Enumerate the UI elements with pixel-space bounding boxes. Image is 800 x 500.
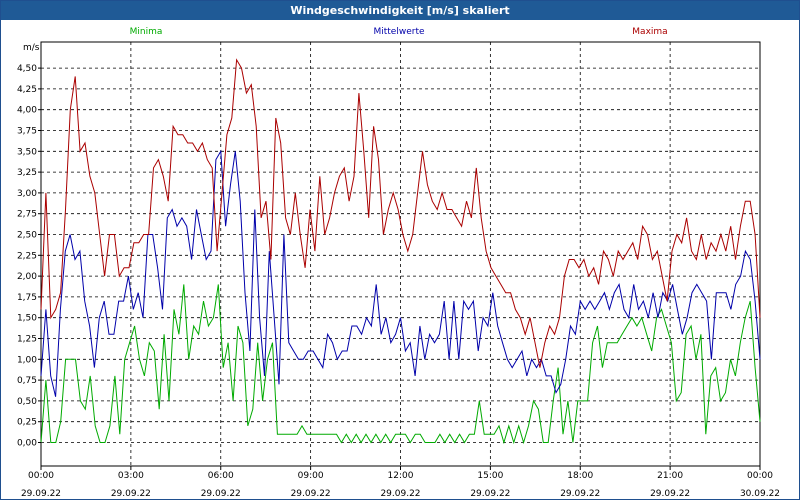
x-tick-date: 29.09.22 bbox=[560, 489, 600, 499]
x-tick-time: 15:00 bbox=[477, 471, 503, 481]
x-tick-date: 29.09.22 bbox=[650, 489, 690, 499]
y-tick-label: 3,75 bbox=[17, 127, 37, 137]
x-tick-date: 29.09.22 bbox=[21, 489, 61, 499]
x-tick-time: 00:00 bbox=[747, 471, 773, 481]
y-tick-label: 1,25 bbox=[17, 335, 37, 345]
y-tick-label: 1,50 bbox=[17, 314, 37, 324]
x-tick-date: 29.09.22 bbox=[111, 489, 151, 499]
y-tick-label: 3,50 bbox=[17, 147, 37, 157]
x-tick-time: 12:00 bbox=[388, 471, 414, 481]
x-tick-time: 06:00 bbox=[208, 471, 234, 481]
legend-item-minima: Minima bbox=[130, 27, 163, 37]
x-tick-date: 30.09.22 bbox=[740, 489, 780, 499]
y-tick-label: 1,00 bbox=[17, 355, 37, 365]
y-tick-label: 2,75 bbox=[17, 210, 37, 220]
x-tick-time: 09:00 bbox=[298, 471, 324, 481]
y-tick-label: 0,50 bbox=[17, 397, 37, 407]
y-tick-label: 3,25 bbox=[17, 168, 37, 178]
y-axis-unit-label: m/s bbox=[23, 43, 40, 53]
x-tick-time: 03:00 bbox=[118, 471, 144, 481]
y-tick-label: 0,75 bbox=[17, 376, 37, 386]
x-tick-date: 29.09.22 bbox=[470, 489, 510, 499]
y-tick-label: 2,25 bbox=[17, 251, 37, 261]
y-tick-label: 2,50 bbox=[17, 231, 37, 241]
y-tick-label: 4,00 bbox=[17, 106, 37, 116]
legend-item-mittelwerte: Mittelwerte bbox=[373, 27, 424, 37]
legend: Minima Mittelwerte Maxima bbox=[130, 27, 668, 37]
x-tick-time: 00:00 bbox=[28, 471, 54, 481]
y-tick-label: 0,00 bbox=[17, 439, 37, 449]
y-tick-label: 1,75 bbox=[17, 293, 37, 303]
y-tick-label: 0,25 bbox=[17, 418, 37, 428]
y-axis-ticks: 0,00 0,25 0,50 0,75 1,00 1,25 1,50 1,75 2,00 2,25… bbox=[17, 64, 41, 449]
y-tick-label: 4,25 bbox=[17, 85, 37, 95]
chart-window: Windgeschwindigkeit [m/s] skaliert 0,00 0… bbox=[0, 0, 800, 500]
y-tick-label: 4,50 bbox=[17, 64, 37, 74]
x-tick-date: 29.09.22 bbox=[201, 489, 241, 499]
x-tick-time: 21:00 bbox=[657, 471, 683, 481]
x-tick-time: 18:00 bbox=[567, 471, 593, 481]
x-tick-date: 29.09.22 bbox=[380, 489, 420, 499]
chart-title: Windgeschwindigkeit [m/s] skaliert bbox=[1, 1, 799, 20]
y-tick-label: 2,00 bbox=[17, 272, 37, 282]
legend-item-maxima: Maxima bbox=[632, 27, 667, 37]
chart-area: 0,00 0,25 0,50 0,75 1,00 1,25 1,50 1,75 2,00 2,25… bbox=[17, 27, 780, 499]
x-tick-date: 29.09.22 bbox=[291, 489, 331, 499]
y-tick-label: 3,00 bbox=[17, 189, 37, 199]
x-axis-ticks: 00:00 29.09.22 03:00 29.09.22 06:00 29.09.22 0… bbox=[21, 466, 780, 499]
